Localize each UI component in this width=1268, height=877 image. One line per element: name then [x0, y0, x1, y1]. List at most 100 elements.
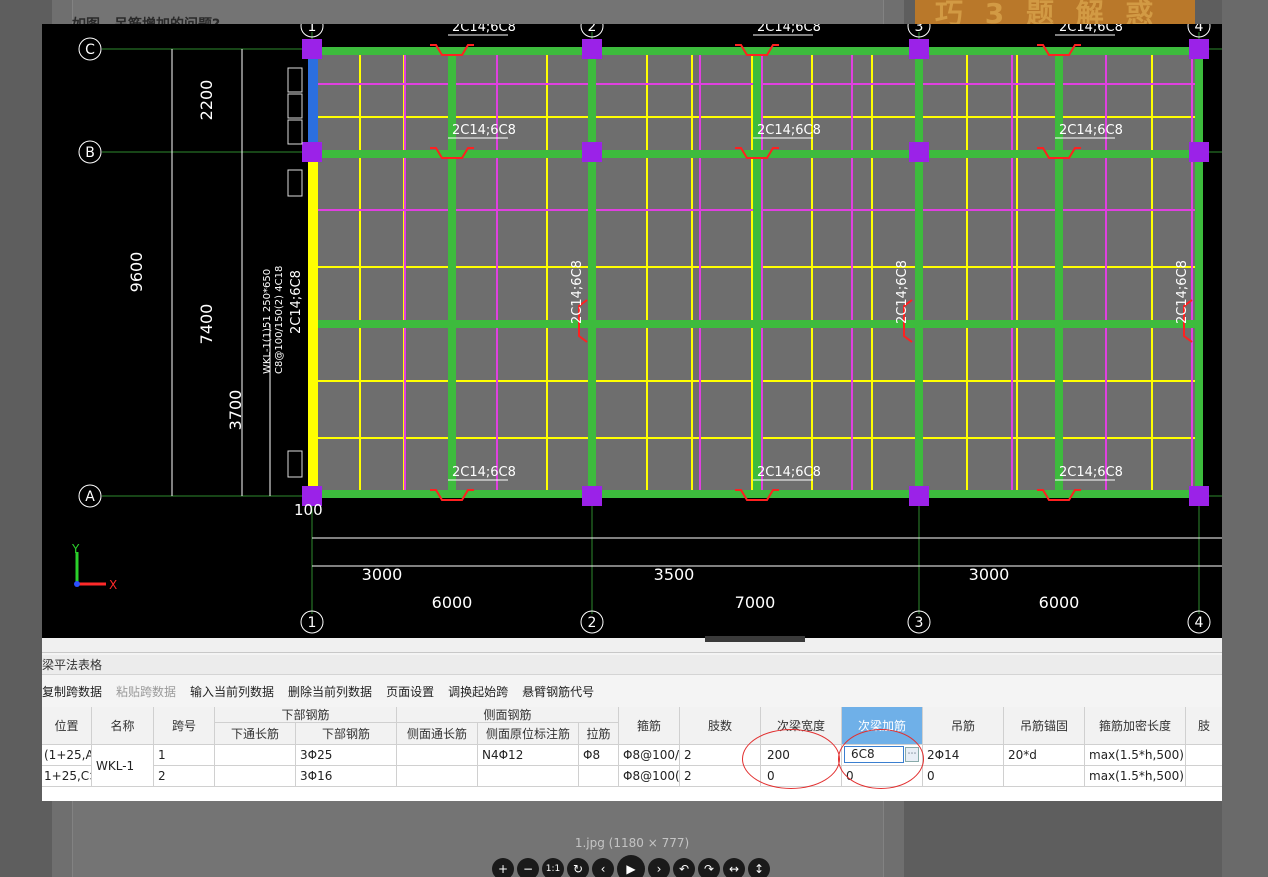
beam-table: 位置 名称 跨号 下部钢筋 下通长筋 下部钢筋 侧面钢筋 侧面通长筋 侧面原位标…: [42, 707, 1222, 801]
beam-label-v-0: 2C14;6C8: [570, 260, 585, 324]
cell-stirrup-1[interactable]: Φ8@100/: [619, 745, 680, 766]
beam-label-8: 2C14;6C8: [1059, 465, 1123, 480]
cell-name[interactable]: WKL-1: [92, 745, 154, 787]
dim-left-outer: 9600: [127, 252, 146, 293]
dim-bottom-full-1: 7000: [735, 593, 776, 612]
play-icon[interactable]: ▶: [617, 855, 645, 877]
cell-more-1[interactable]: [1186, 745, 1222, 766]
beam-label-6: 2C14;6C8: [452, 465, 516, 480]
dim-bottom-full-0: 6000: [432, 593, 473, 612]
panel-splitter[interactable]: [705, 636, 805, 642]
header-legs: 肢数: [680, 707, 761, 745]
cell-tie-2[interactable]: [579, 766, 619, 787]
cell-side-original-1[interactable]: N4Φ12: [478, 745, 579, 766]
opening-2: [287, 119, 303, 145]
cell-bottom-rebar-2[interactable]: 3Φ16: [296, 766, 397, 787]
rotate-icon[interactable]: ↻: [567, 858, 589, 877]
viewer-controls: + − 1:1 ↻ ‹ ▶ › ↶ ↷ ↔ ↕: [492, 855, 773, 877]
column-3-0: [909, 39, 929, 59]
cell-bottom-through-2[interactable]: [215, 766, 296, 787]
column-4-2: [1189, 486, 1209, 506]
beam-label-v-2: 2C14;6C8: [1175, 260, 1190, 324]
cell-hanger-1[interactable]: 2Φ14: [923, 745, 1004, 766]
zoom-out-icon[interactable]: −: [517, 858, 539, 877]
axis-top-2: 2: [588, 24, 597, 35]
cell-side-through-1[interactable]: [397, 745, 478, 766]
axis-bottom-4: 4: [1195, 615, 1204, 631]
cell-stirrup-2[interactable]: Φ8@100(: [619, 766, 680, 787]
cell-bottom-rebar-1[interactable]: 3Φ25: [296, 745, 397, 766]
copy-span-data-button[interactable]: 复制跨数据: [42, 683, 102, 700]
delete-column-data-button[interactable]: 删除当前列数据: [288, 683, 372, 700]
header-bottom-through: 下通长筋: [215, 723, 296, 745]
beam-label-1: 2C14;6C8: [757, 24, 821, 35]
swap-start-span-button[interactable]: 调换起始跨: [448, 683, 508, 700]
wkl-left-beam-selected: [308, 52, 318, 152]
input-column-data-button[interactable]: 输入当前列数据: [190, 683, 274, 700]
column-4-1: [1189, 142, 1209, 162]
beam-v-5: [1195, 49, 1203, 496]
zoom-in-icon[interactable]: +: [492, 858, 514, 877]
column-3-2: [909, 486, 929, 506]
dim-bottom-half-1: 3500: [654, 565, 695, 584]
axis-top-4: 4: [1195, 24, 1204, 35]
dim-100: 100: [294, 501, 323, 519]
highlight-circle-add: [838, 729, 924, 789]
axis-top-3: 3: [915, 24, 924, 35]
cad-drawing[interactable]: 2C14;6C8 2C14;6C8 2C14;6C8 2C14;6C8 2C14;6C8…: [42, 24, 1222, 638]
beam-v-2: [753, 49, 761, 496]
flip-horizontal-icon[interactable]: ↔: [723, 858, 745, 877]
header-stirrup-dense: 箍筋加密长度: [1085, 707, 1186, 745]
cell-span-2[interactable]: 2: [154, 766, 215, 787]
cell-bottom-through-1[interactable]: [215, 745, 296, 766]
cell-stirrup-dense-1[interactable]: max(1.5*h,500): [1085, 745, 1186, 766]
cell-side-original-2[interactable]: [478, 766, 579, 787]
rotate-left-icon[interactable]: ↶: [673, 858, 695, 877]
axis-bottom-2: 2: [588, 615, 597, 631]
header-hanger: 吊筋: [923, 707, 1004, 745]
beam-v-1: [588, 49, 596, 496]
previous-icon[interactable]: ‹: [592, 858, 614, 877]
cell-tie-1[interactable]: Φ8: [579, 745, 619, 766]
image-caption: 1.jpg (1180 × 777): [574, 836, 690, 850]
column-2-1: [582, 142, 602, 162]
beam-v-0: [448, 49, 456, 496]
wkl-note-2: C8@100/150(2) 4C18: [274, 266, 285, 374]
cell-side-through-2[interactable]: [397, 766, 478, 787]
dim-left-mid1: 2200: [197, 80, 216, 121]
header-tie: 拉筋: [579, 723, 619, 745]
cell-position-1[interactable]: (1+25,A;: [42, 745, 92, 766]
dim-left-inner: 3700: [226, 390, 245, 431]
opening-1: [287, 93, 303, 119]
dim-bottom-full-2: 6000: [1039, 593, 1080, 612]
header-bottom-rebar: 下部钢筋: [296, 723, 397, 745]
cell-span-1[interactable]: 1: [154, 745, 215, 766]
beam-label-0: 2C14;6C8: [452, 24, 516, 35]
dim-bottom-half-2: 3000: [969, 565, 1010, 584]
column-4-0: [1189, 39, 1209, 59]
actual-size-icon[interactable]: 1:1: [542, 858, 564, 877]
cell-stirrup-dense-2[interactable]: max(1.5*h,500): [1085, 766, 1186, 787]
beam-label-7: 2C14;6C8: [757, 465, 821, 480]
column-2-0: [582, 39, 602, 59]
header-more: 肢: [1186, 707, 1222, 745]
beam-label-v-1: 2C14;6C8: [895, 260, 910, 324]
cell-hanger-anchor-2[interactable]: [1004, 766, 1085, 787]
dim-bottom-half-0: 3000: [362, 565, 403, 584]
cell-hanger-anchor-1[interactable]: 20*d: [1004, 745, 1085, 766]
page-setup-button[interactable]: 页面设置: [386, 683, 434, 700]
cell-more-2[interactable]: [1186, 766, 1222, 787]
cantilever-rebar-code-button[interactable]: 悬臂钢筋代号: [522, 683, 594, 700]
cell-hanger-2[interactable]: 0: [923, 766, 1004, 787]
wkl-note-1: WKL-1(1)51 250*650: [262, 269, 273, 374]
header-span: 跨号: [154, 707, 215, 745]
opening-4: [287, 450, 303, 478]
next-icon[interactable]: ›: [648, 858, 670, 877]
background-banner: 巧 3 题 解 惑: [915, 0, 1195, 26]
cell-position-2[interactable]: 1+25,C>: [42, 766, 92, 787]
axis-bottom-3: 3: [915, 615, 924, 631]
rotate-right-icon[interactable]: ↷: [698, 858, 720, 877]
flip-vertical-icon[interactable]: ↕: [748, 858, 770, 877]
beam-table-panel: 梁平法表格 复制跨数据 粘贴跨数据 输入当前列数据 删除当前列数据 页面设置 调…: [42, 652, 1222, 801]
column-3-1: [909, 142, 929, 162]
